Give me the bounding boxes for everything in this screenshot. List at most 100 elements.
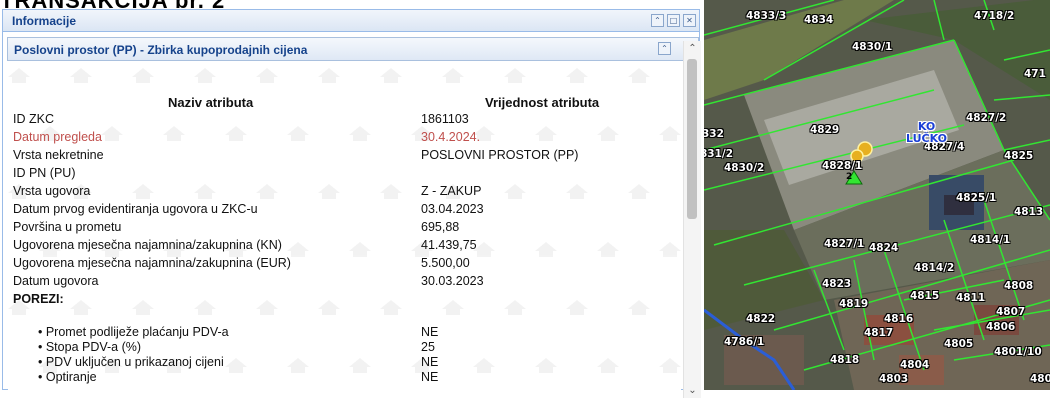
watermark-house-icon bbox=[287, 358, 309, 373]
watermark-house-icon bbox=[442, 68, 464, 83]
row-label: Ugovorena mjesečna najamnina/zakupnina (… bbox=[13, 238, 282, 252]
parcel-label: 332 bbox=[704, 128, 724, 140]
scroll-up-icon[interactable]: ⌃ bbox=[684, 41, 701, 56]
watermark-house-icon bbox=[225, 358, 247, 373]
watermark-house-icon bbox=[535, 126, 557, 141]
parcel-label: 4829 bbox=[810, 124, 840, 136]
parcel-label: 4814/2 bbox=[914, 262, 955, 274]
watermark-house-icon bbox=[256, 300, 278, 315]
parcel-label: 4803 bbox=[879, 373, 909, 385]
column-header-attribute: Naziv atributa bbox=[168, 95, 254, 110]
parcel-label: 4801/10 bbox=[994, 346, 1042, 358]
watermark-house-icon bbox=[535, 242, 557, 257]
parcel-label: 4818 bbox=[830, 354, 860, 366]
ko-label: KO LUČKO bbox=[906, 121, 947, 145]
watermark-house-icon bbox=[163, 126, 185, 141]
maximize-icon[interactable]: □ bbox=[667, 14, 680, 27]
subpanel-collapse-icon[interactable]: ⌃ bbox=[658, 42, 671, 55]
watermark-house-icon bbox=[659, 126, 681, 141]
watermark-house-icon bbox=[194, 184, 216, 199]
row-label: Površina u prometu bbox=[13, 220, 122, 234]
row-value: Z - ZAKUP bbox=[421, 184, 482, 198]
watermark-house-icon bbox=[70, 68, 92, 83]
row-value: 1861103 bbox=[421, 112, 469, 126]
parcel-label: 4834 bbox=[804, 14, 834, 26]
parcel-label: 4786/1 bbox=[724, 336, 765, 348]
parcel-label: 4718/2 bbox=[974, 10, 1015, 22]
watermark-house-icon bbox=[194, 68, 216, 83]
parcel-label: 4830/2 bbox=[724, 162, 765, 174]
row-value: 03.04.2023 bbox=[421, 202, 484, 216]
watermark-house-icon bbox=[659, 242, 681, 257]
parcel-label: 4827/1 bbox=[824, 238, 865, 250]
panel-title: Informacije bbox=[12, 14, 77, 28]
cadastral-map[interactable]: 4833/3 4834 4718/2 4830/1 471 332 4829 4827/2 83… bbox=[704, 0, 1050, 390]
tax-row-label: • PDV uključen u prikazanoj cijeni bbox=[38, 355, 224, 369]
parcel-label: 4825 bbox=[1004, 150, 1034, 162]
watermark-house-icon bbox=[597, 126, 619, 141]
collapse-icon[interactable]: ⌃ bbox=[651, 14, 664, 27]
watermark-house-icon bbox=[628, 184, 650, 199]
watermark-house-icon bbox=[349, 126, 371, 141]
parcel-label: 4833/3 bbox=[746, 10, 787, 22]
row-value: POSLOVNI PROSTOR (PP) bbox=[421, 148, 579, 162]
parcel-label: 4817 bbox=[864, 327, 894, 339]
scrollbar-thumb[interactable] bbox=[687, 59, 697, 219]
parcel-label: 4824 bbox=[869, 242, 899, 254]
parcel-label: 4808 bbox=[1004, 280, 1034, 292]
row-label: ID PN (PU) bbox=[13, 166, 76, 180]
watermark-house-icon bbox=[628, 300, 650, 315]
subpanel-title: Poslovni prostor (PP) - Zbirka kupoproda… bbox=[14, 43, 308, 57]
parcel-label: 4816 bbox=[884, 313, 914, 325]
tax-row-value: NE bbox=[421, 355, 439, 369]
parcel-label: 4830/1 bbox=[852, 41, 893, 53]
row-label: Ugovorena mjesečna najamnina/zakupnina (… bbox=[13, 256, 291, 270]
watermark-house-icon bbox=[628, 68, 650, 83]
watermark-house-icon bbox=[566, 300, 588, 315]
watermark-house-icon bbox=[287, 126, 309, 141]
watermark-house-icon bbox=[318, 184, 340, 199]
row-value: 41.439,75 bbox=[421, 238, 477, 252]
row-value: 30.03.2023 bbox=[421, 274, 484, 288]
watermark-house-icon bbox=[473, 358, 495, 373]
watermark-house-icon bbox=[380, 300, 402, 315]
parcel-label: 2 bbox=[846, 172, 853, 182]
parcel-label: 4814/1 bbox=[970, 234, 1011, 246]
row-label: Vrsta ugovora bbox=[13, 184, 91, 198]
watermark-house-icon bbox=[380, 68, 402, 83]
watermark-house-icon bbox=[101, 126, 123, 141]
watermark-house-icon bbox=[349, 358, 371, 373]
row-value: 695,88 bbox=[421, 220, 460, 234]
watermark-house-icon bbox=[70, 300, 92, 315]
info-panel: Informacije ⌃ □ ✕ Poslovni prostor (PP) … bbox=[2, 9, 701, 399]
watermark-house-icon bbox=[8, 68, 30, 83]
scroll-down-icon[interactable]: ⌄ bbox=[684, 383, 701, 398]
parcel-label: 4811 bbox=[956, 292, 986, 304]
row-label: Datum ugovora bbox=[13, 274, 99, 288]
parcel-label: 471 bbox=[1024, 68, 1046, 80]
close-icon[interactable]: ✕ bbox=[683, 14, 696, 27]
watermark-house-icon bbox=[132, 68, 154, 83]
column-header-value: Vrijednost atributa bbox=[485, 95, 600, 110]
parcel-label: 4827/2 bbox=[966, 112, 1007, 124]
watermark-house-icon bbox=[132, 184, 154, 199]
watermark-house-icon bbox=[380, 184, 402, 199]
watermark-house-icon bbox=[256, 184, 278, 199]
tax-row-label: • Optiranje bbox=[38, 370, 97, 384]
watermark-house-icon bbox=[504, 68, 526, 83]
ko-line2: LUČKO bbox=[906, 132, 948, 145]
tax-row-value: NE bbox=[421, 325, 439, 339]
tax-row-label: • Stopa PDV-a (%) bbox=[38, 340, 142, 354]
tax-row-label: • Promet podliježe plaćanju PDV-a bbox=[38, 325, 229, 339]
parcel-label: 4825/1 bbox=[956, 192, 997, 204]
watermark-house-icon bbox=[225, 126, 247, 141]
vertical-scrollbar[interactable]: ⌃ ⌄ bbox=[683, 41, 701, 398]
watermark-house-icon bbox=[597, 242, 619, 257]
watermark-house-icon bbox=[287, 242, 309, 257]
watermark-house-icon bbox=[256, 68, 278, 83]
parcel-label: 4822 bbox=[746, 313, 776, 325]
subpanel-header[interactable]: Poslovni prostor (PP) - Zbirka kupoproda… bbox=[7, 37, 699, 61]
watermark-house-icon bbox=[132, 300, 154, 315]
parcel-label: 4807 bbox=[996, 306, 1026, 318]
watermark-house-icon bbox=[659, 358, 681, 373]
